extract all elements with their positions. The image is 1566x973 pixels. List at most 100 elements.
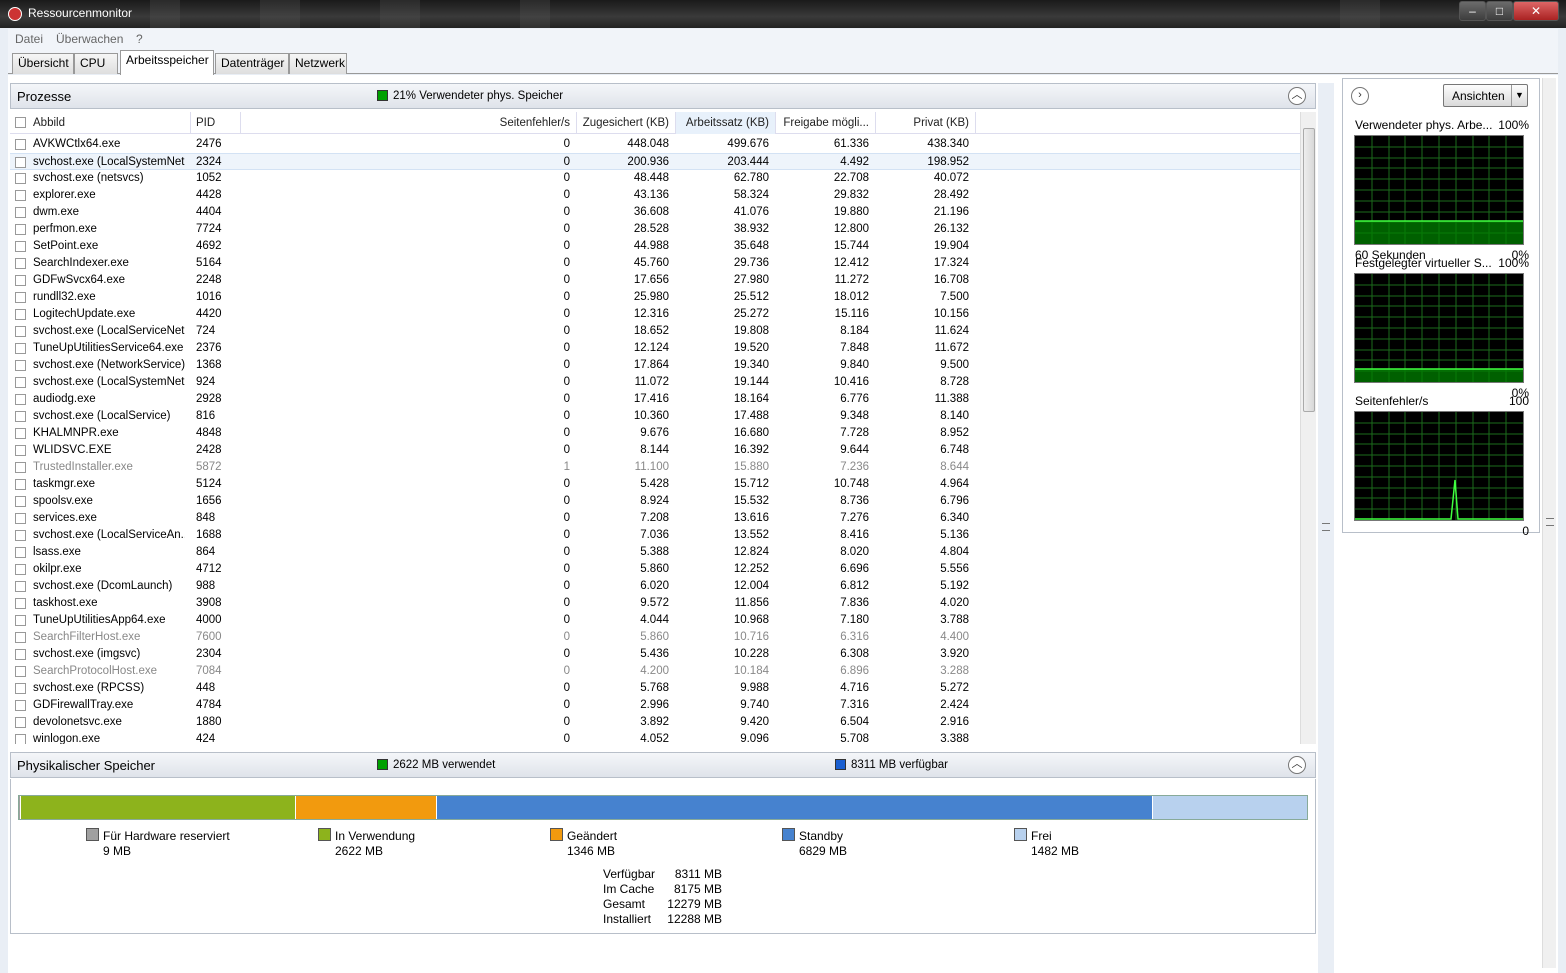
tab-netzwerk[interactable]: Netzwerk [289,53,347,74]
row-checkbox[interactable] [15,241,26,252]
table-row[interactable]: taskhost.exe 3908 0 9.572 11.856 7.836 4.020 [10,595,1300,612]
row-checkbox[interactable] [15,343,26,354]
row-checkbox[interactable] [15,326,26,337]
col-seitenfehler[interactable]: Seitenfehler/s [440,117,570,129]
table-row[interactable]: okilpr.exe 4712 0 5.860 12.252 6.696 5.556 [10,561,1300,578]
tab-uebersicht[interactable]: Übersicht [12,53,74,74]
row-checkbox[interactable] [15,564,26,575]
table-row[interactable]: svchost.exe (LocalSystemNet... 2324 0 200.9… [10,153,1300,170]
expand-graphs-button[interactable]: › [1351,87,1369,105]
title-bar[interactable]: Ressourcenmonitor – □ ✕ [0,0,1566,28]
row-checkbox[interactable] [15,598,26,609]
pane-splitter[interactable] [1318,83,1334,973]
table-row[interactable]: TuneUpUtilitiesApp64.exe 4000 0 4.044 10.968… [10,612,1300,629]
row-checkbox[interactable] [15,734,26,744]
table-row[interactable]: dwm.exe 4404 0 36.608 41.076 19.880 21.196 [10,204,1300,221]
select-all-checkbox[interactable] [15,117,26,128]
table-row[interactable]: GDFirewallTray.exe 4784 0 2.996 9.740 7.316 2.… [10,697,1300,714]
table-row[interactable]: svchost.exe (RPCSS) 448 0 5.768 9.988 4.716 5.… [10,680,1300,697]
tab-datentraeger[interactable]: Datenträger [215,53,289,74]
table-row[interactable]: explorer.exe 4428 0 43.136 58.324 29.832 28.49… [10,187,1300,204]
row-checkbox[interactable] [15,700,26,711]
row-checkbox[interactable] [15,258,26,269]
row-checkbox[interactable] [15,513,26,524]
table-row[interactable]: SetPoint.exe 4692 0 44.988 35.648 15.744 19.90… [10,238,1300,255]
row-checkbox[interactable] [15,207,26,218]
row-checkbox[interactable] [15,292,26,303]
table-row[interactable]: winlogon.exe 424 0 4.052 9.096 5.708 3.388 [10,731,1300,744]
table-row[interactable]: taskmgr.exe 5124 0 5.428 15.712 10.748 4.964 [10,476,1300,493]
row-checkbox[interactable] [15,615,26,626]
table-row[interactable]: WLIDSVC.EXE 2428 0 8.144 16.392 9.644 6.748 [10,442,1300,459]
row-checkbox[interactable] [15,479,26,490]
row-checkbox[interactable] [15,377,26,388]
table-row[interactable]: AVKWCtlx64.exe 2476 0 448.048 499.676 61.336 4… [10,136,1300,153]
row-checkbox[interactable] [15,360,26,371]
table-row[interactable]: devolonetsvc.exe 1880 0 3.892 9.420 6.504 2.91… [10,714,1300,731]
table-row[interactable]: TrustedInstaller.exe 5872 1 11.100 15.880 7.2… [10,459,1300,476]
row-checkbox[interactable] [15,190,26,201]
table-row[interactable]: svchost.exe (LocalSystemNet... 924 0 11.072… [10,374,1300,391]
col-privat[interactable]: Privat (KB) [876,117,969,129]
row-checkbox[interactable] [15,649,26,660]
col-freigabe[interactable]: Freigabe mögli... [776,117,869,129]
menu-datei[interactable]: Datei [15,32,43,46]
row-checkbox[interactable] [15,309,26,320]
col-pid[interactable]: PID [196,117,215,129]
table-row[interactable]: svchost.exe (LocalServiceAn... 1688 0 7.036… [10,527,1300,544]
row-checkbox[interactable] [15,530,26,541]
row-checkbox[interactable] [15,462,26,473]
table-row[interactable]: rundll32.exe 1016 0 25.980 25.512 18.012 7.500 [10,289,1300,306]
processes-header[interactable]: Prozesse 21% Verwendeter phys. Speicher … [10,83,1316,109]
col-arbeitssatz[interactable]: Arbeitssatz (KB) [676,117,769,129]
row-checkbox[interactable] [15,632,26,643]
col-zugesichert[interactable]: Zugesichert (KB) [576,117,669,129]
table-row[interactable]: SearchIndexer.exe 5164 0 45.760 29.736 12.412… [10,255,1300,272]
maximize-button[interactable]: □ [1486,1,1513,21]
row-checkbox[interactable] [15,157,26,168]
table-row[interactable]: spoolsv.exe 1656 0 8.924 15.532 8.736 6.796 [10,493,1300,510]
table-row[interactable]: KHALMNPR.exe 4848 0 9.676 16.680 7.728 8.952 [10,425,1300,442]
row-checkbox[interactable] [15,173,26,184]
row-checkbox[interactable] [15,496,26,507]
table-row[interactable]: svchost.exe (netsvcs) 1052 0 48.448 62.780 22… [10,170,1300,187]
table-row[interactable]: lsass.exe 864 0 5.388 12.824 8.020 4.804 [10,544,1300,561]
table-row[interactable]: LogitechUpdate.exe 4420 0 12.316 25.272 15.11… [10,306,1300,323]
collapse-physical-button[interactable]: ︿ [1288,756,1306,774]
process-table-scrollbar[interactable] [1300,112,1316,744]
table-row[interactable]: svchost.exe (DcomLaunch) 988 0 6.020 12.004 6… [10,578,1300,595]
row-checkbox[interactable] [15,717,26,728]
row-checkbox[interactable] [15,411,26,422]
table-row[interactable]: audiodg.exe 2928 0 17.416 18.164 6.776 11.388 [10,391,1300,408]
scrollbar-thumb[interactable] [1303,128,1315,412]
table-row[interactable]: svchost.exe (NetworkService) 1368 0 17.864 1… [10,357,1300,374]
table-row[interactable]: TuneUpUtilitiesService64.exe 2376 0 12.124 1… [10,340,1300,357]
row-checkbox[interactable] [15,581,26,592]
row-checkbox[interactable] [15,666,26,677]
row-checkbox[interactable] [15,547,26,558]
table-row[interactable]: SearchProtocolHost.exe 7084 0 4.200 10.184 6.… [10,663,1300,680]
minimize-button[interactable]: – [1459,1,1486,21]
table-row[interactable]: SearchFilterHost.exe 7600 0 5.860 10.716 6.31… [10,629,1300,646]
collapse-processes-button[interactable]: ︿ [1288,87,1306,105]
table-row[interactable]: svchost.exe (imgsvc) 2304 0 5.436 10.228 6.30… [10,646,1300,663]
views-dropdown[interactable]: Ansichten ▼ [1443,84,1528,107]
table-row[interactable]: GDFwSvcx64.exe 2248 0 17.656 27.980 11.272 16.… [10,272,1300,289]
close-button[interactable]: ✕ [1513,1,1559,21]
row-checkbox[interactable] [15,139,26,150]
row-checkbox[interactable] [15,428,26,439]
col-abbild[interactable]: Abbild [33,117,65,129]
tab-arbeitsspeicher[interactable]: Arbeitsspeicher [120,50,214,75]
tab-cpu[interactable]: CPU [74,53,118,74]
row-checkbox[interactable] [15,224,26,235]
table-row[interactable]: services.exe 848 0 7.208 13.616 7.276 6.340 [10,510,1300,527]
row-checkbox[interactable] [15,394,26,405]
row-checkbox[interactable] [15,445,26,456]
table-row[interactable]: perfmon.exe 7724 0 28.528 38.932 12.800 26.132 [10,221,1300,238]
table-row[interactable]: svchost.exe (LocalServiceNet... 724 0 18.65… [10,323,1300,340]
right-pane-scrollbar[interactable] [1542,78,1556,968]
row-checkbox[interactable] [15,275,26,286]
row-checkbox[interactable] [15,683,26,694]
menu-help[interactable]: ? [136,32,143,46]
physical-memory-header[interactable]: Physikalischer Speicher 2622 MB verwende… [10,752,1316,778]
